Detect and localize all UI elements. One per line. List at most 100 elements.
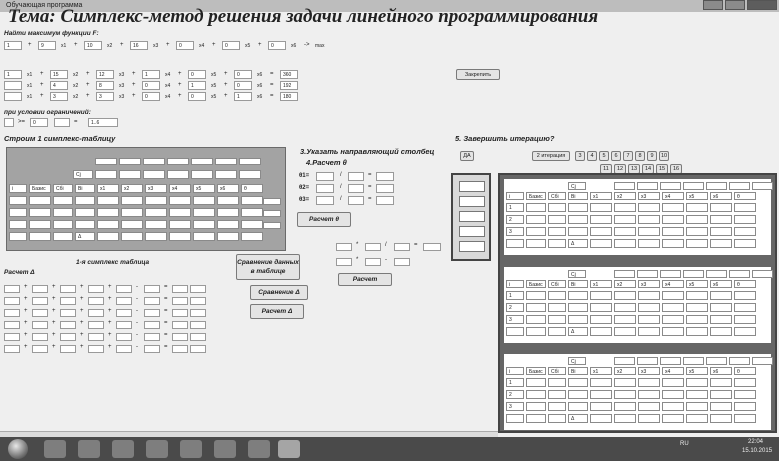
table-cell[interactable] [638,390,660,399]
table-cell[interactable] [241,220,263,229]
table-cell[interactable] [614,390,636,399]
cj-cell[interactable] [683,182,704,190]
theta-result-field[interactable] [376,196,394,205]
table-cell[interactable] [710,203,732,212]
table-cell[interactable] [193,196,215,205]
table-cell[interactable] [590,315,612,324]
table-cell[interactable] [121,232,143,241]
table-cell[interactable] [548,414,566,423]
coefficient-field[interactable]: 0 [188,92,206,101]
cj-cell[interactable] [729,270,750,278]
side-cell[interactable] [263,222,281,229]
delta-operand-field[interactable] [32,345,48,353]
cj-cell[interactable] [752,182,773,190]
table-cell[interactable] [526,239,546,248]
coefficient-field[interactable]: 0 [268,41,286,50]
delta-operand-field[interactable] [144,285,160,293]
table-cell[interactable] [710,303,732,312]
table-cell[interactable] [548,291,566,300]
table-cell[interactable] [614,203,636,212]
table-cell[interactable] [710,239,732,248]
table-cell[interactable] [614,315,636,324]
delta-operand-field[interactable] [172,285,188,293]
maximize-button[interactable] [725,0,745,10]
delta-operand-field[interactable] [88,345,104,353]
coefficient-field[interactable]: 3 [50,92,68,101]
delta-operand-field[interactable] [116,321,132,329]
table-cell[interactable] [9,208,27,217]
table-cell[interactable] [193,220,215,229]
calc-theta-button[interactable]: Расчет θ [297,212,351,227]
delta-operand-field[interactable] [4,345,20,353]
theta-column-cell[interactable] [459,226,485,237]
close-button[interactable] [747,0,777,10]
table-cell[interactable] [734,315,756,324]
coefficient-field[interactable]: 15 [50,70,68,79]
coefficient-field[interactable]: 9 [38,41,56,50]
minimize-button[interactable] [703,0,723,10]
table-cell[interactable] [638,378,660,387]
cj-cell[interactable] [637,357,658,365]
table-cell[interactable] [686,402,708,411]
table-cell[interactable] [734,239,756,248]
table-cell[interactable] [662,303,684,312]
delta-operand-field[interactable] [4,333,20,341]
table-cell[interactable] [638,215,660,224]
header-cell[interactable] [119,158,141,165]
delta-operand-field[interactable] [88,333,104,341]
header-cell[interactable] [239,158,261,165]
theta-denominator-field[interactable] [348,184,364,193]
delta-operand-field[interactable] [172,321,188,329]
table-cell[interactable] [568,291,588,300]
table-cell[interactable] [526,402,546,411]
cj-cell[interactable] [729,182,750,190]
delta-operand-field[interactable] [32,285,48,293]
table-cell[interactable] [710,315,732,324]
table-cell[interactable] [662,203,684,212]
table-cell[interactable] [548,402,566,411]
table-cell[interactable] [686,315,708,324]
cj-cell[interactable] [706,357,727,365]
table-cell[interactable] [734,402,756,411]
cj-cell[interactable] [752,270,773,278]
table-cell[interactable] [169,208,191,217]
table-cell[interactable] [614,414,636,423]
cj-cell[interactable] [167,170,189,179]
coefficient-field[interactable]: 0 [234,81,252,90]
header-cell[interactable] [215,158,237,165]
condition-var-field[interactable] [4,118,14,127]
table-cell[interactable] [638,303,660,312]
table-cell[interactable] [734,203,756,212]
table-cell[interactable] [590,203,612,212]
condition-index-field[interactable] [54,118,70,127]
calc-operand-field[interactable] [365,243,381,251]
table-cell[interactable] [506,239,524,248]
delta-operand-field[interactable] [60,309,76,317]
fix-button[interactable]: Закрепить [456,69,500,80]
coefficient-field[interactable]: 8 [96,81,114,90]
chrome-icon[interactable] [180,440,202,458]
cj-cell[interactable] [143,170,165,179]
delta-operand-field[interactable] [116,345,132,353]
delta-operand-field[interactable] [144,321,160,329]
table-cell[interactable] [548,227,566,236]
calc-operand-field[interactable] [365,258,381,266]
table-cell[interactable] [145,232,167,241]
table-cell[interactable] [548,390,566,399]
cj-cell[interactable] [215,170,237,179]
cj-cell[interactable] [614,270,635,278]
theta-result-field[interactable] [376,172,394,181]
table-cell[interactable] [548,215,566,224]
header-cell[interactable] [167,158,189,165]
table-cell[interactable] [217,196,239,205]
theta-denominator-field[interactable] [348,172,364,181]
app-window-icon[interactable] [278,440,300,458]
table-cell[interactable] [734,327,756,336]
side-cell[interactable] [263,210,281,217]
table-cell[interactable] [614,227,636,236]
table-cell[interactable] [53,208,73,217]
delta-operand-field[interactable] [4,321,20,329]
table-cell[interactable] [217,208,239,217]
table-cell[interactable] [638,203,660,212]
table-cell[interactable] [506,414,524,423]
